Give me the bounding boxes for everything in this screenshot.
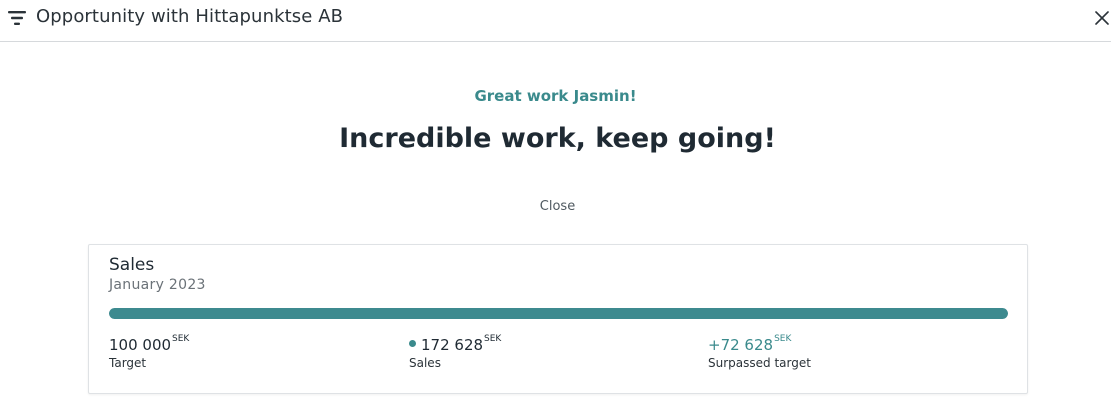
sales-legend-dot bbox=[409, 340, 416, 347]
sales-value: 172 628SEK bbox=[409, 334, 502, 354]
target-label: Target bbox=[109, 356, 147, 370]
headline: Incredible work, keep going! bbox=[339, 123, 776, 154]
target-value: 100 000SEK bbox=[109, 334, 190, 354]
target-currency: SEK bbox=[172, 334, 190, 344]
surplus-stat: +72 628SEK Surpassed target bbox=[708, 334, 811, 370]
card-period: January 2023 bbox=[109, 277, 206, 293]
surplus-label: Surpassed target bbox=[708, 356, 811, 370]
greeting-text: Great work Jasmin! bbox=[474, 87, 637, 105]
header-title: Opportunity with Hittapunktse AB bbox=[36, 6, 344, 27]
surplus-value: +72 628SEK bbox=[708, 334, 792, 354]
sales-progress-fill bbox=[109, 308, 1008, 319]
sales-progress-bar bbox=[109, 308, 1008, 319]
card-title: Sales bbox=[109, 255, 155, 275]
modal-header: Opportunity with Hittapunktse AB bbox=[0, 0, 1111, 42]
target-stat: 100 000SEK Target bbox=[109, 334, 190, 370]
close-icon[interactable] bbox=[1095, 11, 1109, 25]
filter-icon[interactable] bbox=[8, 9, 26, 27]
close-link[interactable]: Close bbox=[0, 199, 1111, 214]
sales-label: Sales bbox=[409, 356, 441, 370]
sales-stat: 172 628SEK Sales bbox=[409, 334, 502, 370]
sales-card: Sales January 2023 100 000SEK Target 172… bbox=[88, 244, 1028, 394]
sales-currency: SEK bbox=[484, 334, 502, 344]
surplus-currency: SEK bbox=[774, 334, 792, 344]
